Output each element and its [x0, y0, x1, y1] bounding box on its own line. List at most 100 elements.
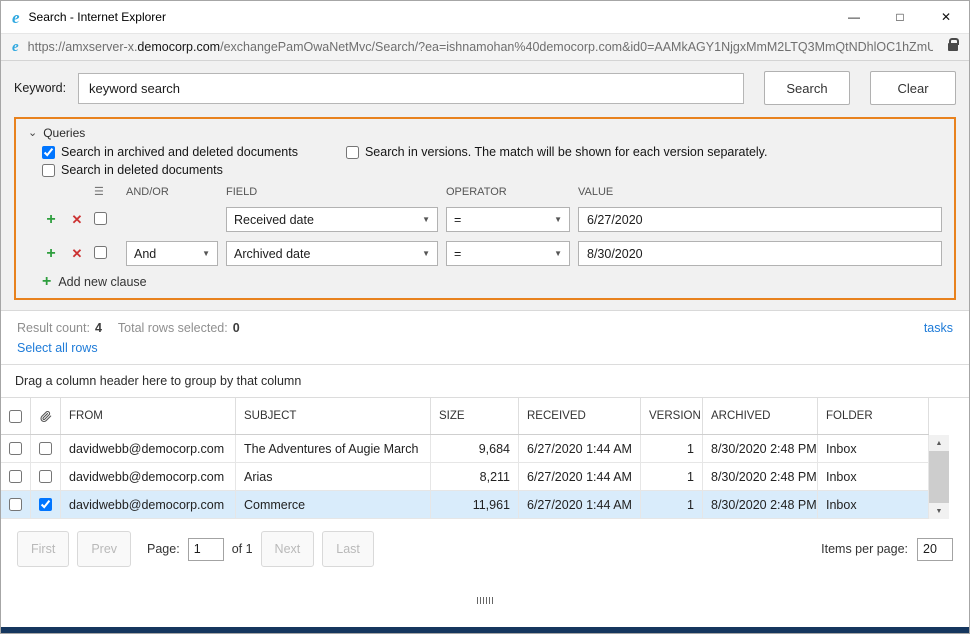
clause-value-input[interactable]	[578, 207, 942, 232]
scroll-down-icon[interactable]: ▼	[929, 503, 949, 519]
operator-dropdown[interactable]: = ▼	[446, 207, 570, 232]
option-label: Search in deleted documents	[61, 163, 223, 177]
row-attach-checkbox[interactable]	[39, 498, 52, 511]
column-header-archived[interactable]: ARCHIVED	[703, 398, 818, 434]
search-button[interactable]: Search	[764, 71, 850, 105]
table-row[interactable]: davidwebb@democorp.com Arias 8,211 6/27/…	[1, 463, 929, 491]
versions-checkbox[interactable]	[346, 146, 359, 159]
column-header-folder[interactable]: FOLDER	[818, 398, 929, 434]
clause-row-checkbox[interactable]	[94, 212, 107, 225]
row-select-checkbox[interactable]	[9, 442, 22, 455]
cell-size: 8,211	[431, 463, 519, 490]
andor-value: And	[134, 247, 156, 261]
cell-received: 6/27/2020 1:44 AM	[519, 463, 641, 490]
page-number-input[interactable]	[188, 538, 224, 561]
cell-archived: 8/30/2020 2:48 PM	[703, 463, 818, 490]
delete-clause-icon[interactable]: ✕	[68, 213, 86, 226]
select-all-rows-label[interactable]: Select all rows	[17, 341, 98, 355]
result-count-value: 4	[95, 321, 102, 335]
cell-version: 1	[641, 435, 703, 462]
column-header-size[interactable]: SIZE	[431, 398, 519, 434]
next-page-button[interactable]: Next	[261, 531, 315, 567]
group-by-bar[interactable]: Drag a column header here to group by th…	[1, 364, 969, 398]
window-title: Search - Internet Explorer	[29, 10, 166, 24]
tasks-link[interactable]: tasks	[924, 321, 953, 335]
deleted-docs-checkbox[interactable]	[42, 164, 55, 177]
keyword-input[interactable]	[78, 73, 744, 104]
archived-deleted-checkbox[interactable]	[42, 146, 55, 159]
window-controls: — □ ✕	[831, 1, 969, 33]
clause-grid: ☰ AND/OR FIELD OPERATOR VALUE + ✕ Receiv…	[28, 185, 942, 266]
table-header: FROM SUBJECT SIZE RECEIVED VERSION ARCHI…	[1, 398, 929, 435]
add-new-clause-label: Add new clause	[58, 275, 146, 289]
add-clause-icon[interactable]: +	[42, 212, 60, 228]
column-header-subject[interactable]: SUBJECT	[236, 398, 431, 434]
query-options-row-1: Search in archived and deleted documents…	[28, 145, 942, 159]
add-clause-icon[interactable]: +	[42, 246, 60, 262]
close-button[interactable]: ✕	[923, 1, 969, 33]
cell-archived: 8/30/2020 2:48 PM	[703, 435, 818, 462]
operator-value: =	[454, 247, 461, 261]
url-domain: democorp.com	[137, 40, 220, 54]
delete-clause-icon[interactable]: ✕	[68, 247, 86, 260]
cell-subject: The Adventures of Augie March	[236, 435, 431, 462]
clause-menu-icon[interactable]: ☰	[94, 185, 118, 198]
row-select-checkbox[interactable]	[9, 470, 22, 483]
option-versions[interactable]: Search in versions. The match will be sh…	[346, 145, 768, 159]
row-attach-checkbox[interactable]	[39, 470, 52, 483]
field-dropdown[interactable]: Archived date ▼	[226, 241, 438, 266]
minimize-button[interactable]: —	[831, 1, 877, 33]
table-body: davidwebb@democorp.com The Adventures of…	[1, 435, 969, 519]
browser-window: e Search - Internet Explorer — □ ✕ e htt…	[0, 0, 970, 634]
cell-received: 6/27/2020 1:44 AM	[519, 491, 641, 518]
field-dropdown[interactable]: Received date ▼	[226, 207, 438, 232]
maximize-button[interactable]: □	[877, 1, 923, 33]
scrollbar-thumb[interactable]	[929, 451, 949, 503]
select-all-checkbox[interactable]	[9, 410, 22, 423]
url-text[interactable]: https://amxserver-x.democorp.com/exchang…	[28, 40, 933, 54]
column-header-field: FIELD	[226, 186, 438, 198]
column-header-operator: OPERATOR	[446, 186, 570, 198]
page-label: Page:	[147, 542, 180, 556]
column-header-from[interactable]: FROM	[61, 398, 236, 434]
table-rows: davidwebb@democorp.com The Adventures of…	[1, 435, 929, 519]
operator-dropdown[interactable]: = ▼	[446, 241, 570, 266]
add-new-clause-link[interactable]: + Add new clause	[28, 274, 942, 290]
url-prefix: https://amxserver-x.	[28, 40, 138, 54]
ie-logo-icon: e	[12, 9, 20, 26]
cell-size: 9,684	[431, 435, 519, 462]
vertical-scrollbar[interactable]: ▲ ▼	[929, 435, 949, 519]
cell-version: 1	[641, 463, 703, 490]
column-header-version[interactable]: VERSION	[641, 398, 703, 434]
prev-page-button[interactable]: Prev	[77, 531, 131, 567]
clear-button[interactable]: Clear	[870, 71, 956, 105]
chevron-down-icon: ▼	[422, 215, 430, 224]
resize-grip[interactable]	[1, 597, 969, 604]
column-header-received[interactable]: RECEIVED	[519, 398, 641, 434]
row-select-checkbox[interactable]	[9, 498, 22, 511]
items-per-page-input[interactable]	[917, 538, 953, 561]
chevron-down-icon: ▼	[554, 249, 562, 258]
first-page-button[interactable]: First	[17, 531, 69, 567]
items-per-page-label: Items per page:	[821, 542, 908, 556]
scroll-up-icon[interactable]: ▲	[929, 435, 949, 451]
address-bar: e https://amxserver-x.democorp.com/excha…	[1, 33, 969, 61]
option-archived-deleted[interactable]: Search in archived and deleted documents	[42, 145, 298, 159]
search-toolbar: Keyword: Search Clear ⌄ Queries Search i…	[1, 61, 969, 310]
attachment-column-header[interactable]	[31, 398, 61, 434]
clause-row-checkbox[interactable]	[94, 246, 107, 259]
cell-archived: 8/30/2020 2:48 PM	[703, 491, 818, 518]
last-page-button[interactable]: Last	[322, 531, 374, 567]
table-row[interactable]: davidwebb@democorp.com The Adventures of…	[1, 435, 929, 463]
table-row-selected[interactable]: davidwebb@democorp.com Commerce 11,961 6…	[1, 491, 929, 519]
queries-header[interactable]: ⌄ Queries	[28, 125, 942, 141]
result-count-label: Result count:	[17, 321, 90, 335]
clause-value-input[interactable]	[578, 241, 942, 266]
andor-dropdown[interactable]: And ▼	[126, 241, 218, 266]
field-value: Archived date	[234, 247, 310, 261]
option-deleted-docs[interactable]: Search in deleted documents	[42, 163, 223, 177]
chevron-down-icon: ▼	[202, 249, 210, 258]
rows-selected-value: 0	[233, 321, 240, 335]
cell-folder: Inbox	[818, 435, 929, 462]
row-attach-checkbox[interactable]	[39, 442, 52, 455]
